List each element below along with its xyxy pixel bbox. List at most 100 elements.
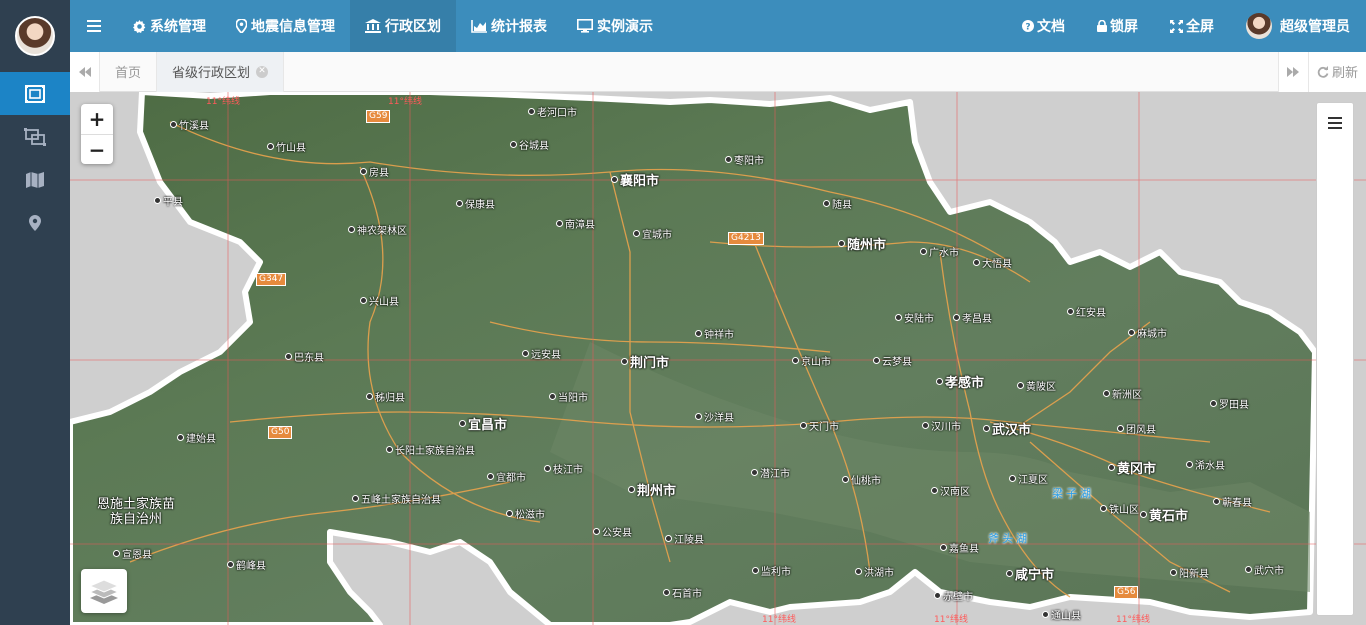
city-label[interactable]: 长阳土家族自治县 bbox=[386, 442, 475, 457]
city-label[interactable]: 广水市 bbox=[920, 244, 959, 259]
city-label[interactable]: 石首市 bbox=[663, 585, 702, 600]
city-label[interactable]: 通山县 bbox=[1042, 607, 1081, 622]
city-label[interactable]: 武汉市 bbox=[983, 419, 1031, 438]
city-label[interactable]: 孝感市 bbox=[936, 372, 984, 391]
city-label[interactable]: 新洲区 bbox=[1103, 386, 1142, 401]
close-icon[interactable]: ✕ bbox=[256, 65, 269, 78]
city-label[interactable]: 武穴市 bbox=[1245, 562, 1284, 577]
city-label[interactable]: 五峰土家族自治县 bbox=[352, 491, 441, 506]
city-label[interactable]: 宣恩县 bbox=[113, 546, 152, 561]
layer-switcher-button[interactable] bbox=[81, 569, 127, 613]
city-label[interactable]: 嘉鱼县 bbox=[940, 540, 979, 555]
city-label[interactable]: 宜城市 bbox=[633, 226, 672, 241]
docs-link[interactable]: ? 文档 bbox=[1006, 0, 1081, 52]
menu-administrative-division[interactable]: 行政区划 bbox=[350, 0, 456, 52]
city-label[interactable]: 随州市 bbox=[838, 234, 886, 253]
menu-statistics-report[interactable]: 统计报表 bbox=[456, 0, 562, 52]
city-label[interactable]: 松滋市 bbox=[506, 506, 545, 521]
city-label[interactable]: 钟祥市 bbox=[695, 326, 734, 341]
road-shield: G347 bbox=[256, 273, 287, 286]
city-label[interactable]: 老河口市 bbox=[528, 104, 577, 119]
city-label[interactable]: 荆门市 bbox=[621, 352, 669, 371]
tab-scroll-right-button[interactable] bbox=[1277, 51, 1308, 92]
city-label[interactable]: 洪湖市 bbox=[855, 564, 894, 579]
city-label[interactable]: 谷城县 bbox=[510, 137, 549, 152]
menu-demo[interactable]: 实例演示 bbox=[562, 0, 668, 52]
city-label[interactable]: 鹤峰县 bbox=[227, 557, 266, 572]
city-label[interactable]: 阳新县 bbox=[1170, 565, 1209, 580]
menu-toggle-button[interactable] bbox=[70, 0, 118, 52]
city-label[interactable]: 团风县 bbox=[1117, 421, 1156, 436]
city-label[interactable]: 宜昌市 bbox=[459, 414, 507, 433]
city-label[interactable]: 远安县 bbox=[522, 346, 561, 361]
lock-screen-button[interactable]: 锁屏 bbox=[1081, 0, 1154, 52]
city-label[interactable]: 铁山区 bbox=[1100, 501, 1139, 516]
city-label[interactable]: 江夏区 bbox=[1009, 471, 1048, 486]
sidebar-item-map[interactable] bbox=[0, 158, 70, 201]
city-label[interactable]: 安陆市 bbox=[895, 310, 934, 325]
avatar[interactable] bbox=[15, 16, 55, 56]
city-label[interactable]: 天门市 bbox=[800, 418, 839, 433]
city-dot-icon bbox=[752, 567, 759, 574]
city-label[interactable]: 京山市 bbox=[792, 353, 831, 368]
city-label[interactable]: 咸宁市 bbox=[1006, 564, 1054, 583]
city-label[interactable]: 建始县 bbox=[177, 430, 216, 445]
city-label[interactable]: 红安县 bbox=[1067, 304, 1106, 319]
city-label[interactable]: 公安县 bbox=[593, 524, 632, 539]
city-label[interactable]: 竹山县 bbox=[267, 139, 306, 154]
refresh-button[interactable]: 刷新 bbox=[1307, 51, 1366, 92]
zoom-in-button[interactable]: + bbox=[81, 104, 113, 134]
svg-text:?: ? bbox=[1025, 23, 1030, 33]
city-label[interactable]: 当阳市 bbox=[549, 389, 588, 404]
tab-scroll-left-button[interactable] bbox=[70, 51, 100, 92]
menu-earthquake-info[interactable]: 地震信息管理 bbox=[221, 0, 350, 52]
city-label[interactable]: 麻城市 bbox=[1128, 325, 1167, 340]
city-label[interactable]: 保康县 bbox=[456, 196, 495, 211]
city-label[interactable]: 汉川市 bbox=[922, 418, 961, 433]
city-label[interactable]: 云梦县 bbox=[873, 353, 912, 368]
city-label[interactable]: 赤壁市 bbox=[934, 588, 973, 603]
city-label[interactable]: 巴东县 bbox=[285, 349, 324, 364]
city-label[interactable]: 汉南区 bbox=[931, 483, 970, 498]
city-label[interactable]: 竹溪县 bbox=[170, 117, 209, 132]
layer-panel-toggle[interactable] bbox=[1317, 103, 1353, 143]
city-label[interactable]: 潜江市 bbox=[751, 465, 790, 480]
city-label[interactable]: 监利市 bbox=[752, 563, 791, 578]
city-label[interactable]: 江陵县 bbox=[665, 531, 704, 546]
city-label[interactable]: 黄石市 bbox=[1140, 505, 1188, 524]
city-label[interactable]: 沙洋县 bbox=[695, 409, 734, 424]
city-label[interactable]: 仙桃市 bbox=[842, 472, 881, 487]
city-label[interactable]: 黄冈市 bbox=[1108, 458, 1156, 477]
city-label[interactable]: 秭归县 bbox=[366, 389, 405, 404]
fullscreen-button[interactable]: 全屏 bbox=[1154, 0, 1230, 52]
city-label[interactable]: 枣阳市 bbox=[725, 152, 764, 167]
city-label[interactable]: 襄阳市 bbox=[611, 170, 659, 189]
sidebar-item-object-ungroup[interactable] bbox=[0, 115, 70, 158]
city-label[interactable]: 神农架林区 bbox=[348, 222, 407, 237]
city-label[interactable]: 大悟县 bbox=[973, 255, 1012, 270]
tab-home[interactable]: 首页 bbox=[100, 51, 158, 92]
city-label[interactable]: 蕲春县 bbox=[1213, 494, 1252, 509]
city-label[interactable]: 枝江市 bbox=[544, 461, 583, 476]
city-label[interactable]: 平县 bbox=[154, 193, 183, 208]
map-view[interactable]: 11°纬线 11°纬线 11°纬线 11°纬线 11°纬线 G59 G4213 … bbox=[70, 92, 1366, 625]
sidebar-item-location[interactable] bbox=[0, 201, 70, 244]
city-label[interactable]: 随县 bbox=[823, 196, 852, 211]
tab-province-division[interactable]: 省级行政区划 ✕ bbox=[157, 51, 285, 92]
city-label[interactable]: 房县 bbox=[360, 164, 389, 179]
city-label[interactable]: 孝昌县 bbox=[953, 310, 992, 325]
city-label[interactable]: 浠水县 bbox=[1186, 457, 1225, 472]
city-label[interactable]: 宜都市 bbox=[487, 469, 526, 484]
city-dot-icon bbox=[1210, 400, 1217, 407]
city-label[interactable]: 南漳县 bbox=[556, 216, 595, 231]
city-label[interactable]: 罗田县 bbox=[1210, 396, 1249, 411]
menu-system-management[interactable]: 系统管理 bbox=[118, 0, 221, 52]
city-label[interactable]: 黄陂区 bbox=[1017, 378, 1056, 393]
city-label[interactable]: 荆州市 bbox=[628, 480, 676, 499]
city-label[interactable]: 恩施土家族苗族自治州 bbox=[96, 497, 176, 527]
city-dot-icon bbox=[528, 108, 535, 115]
sidebar-item-object-group[interactable] bbox=[0, 72, 70, 115]
user-menu[interactable]: 超级管理员 bbox=[1230, 0, 1366, 52]
city-label[interactable]: 兴山县 bbox=[360, 293, 399, 308]
zoom-out-button[interactable]: − bbox=[81, 134, 113, 164]
